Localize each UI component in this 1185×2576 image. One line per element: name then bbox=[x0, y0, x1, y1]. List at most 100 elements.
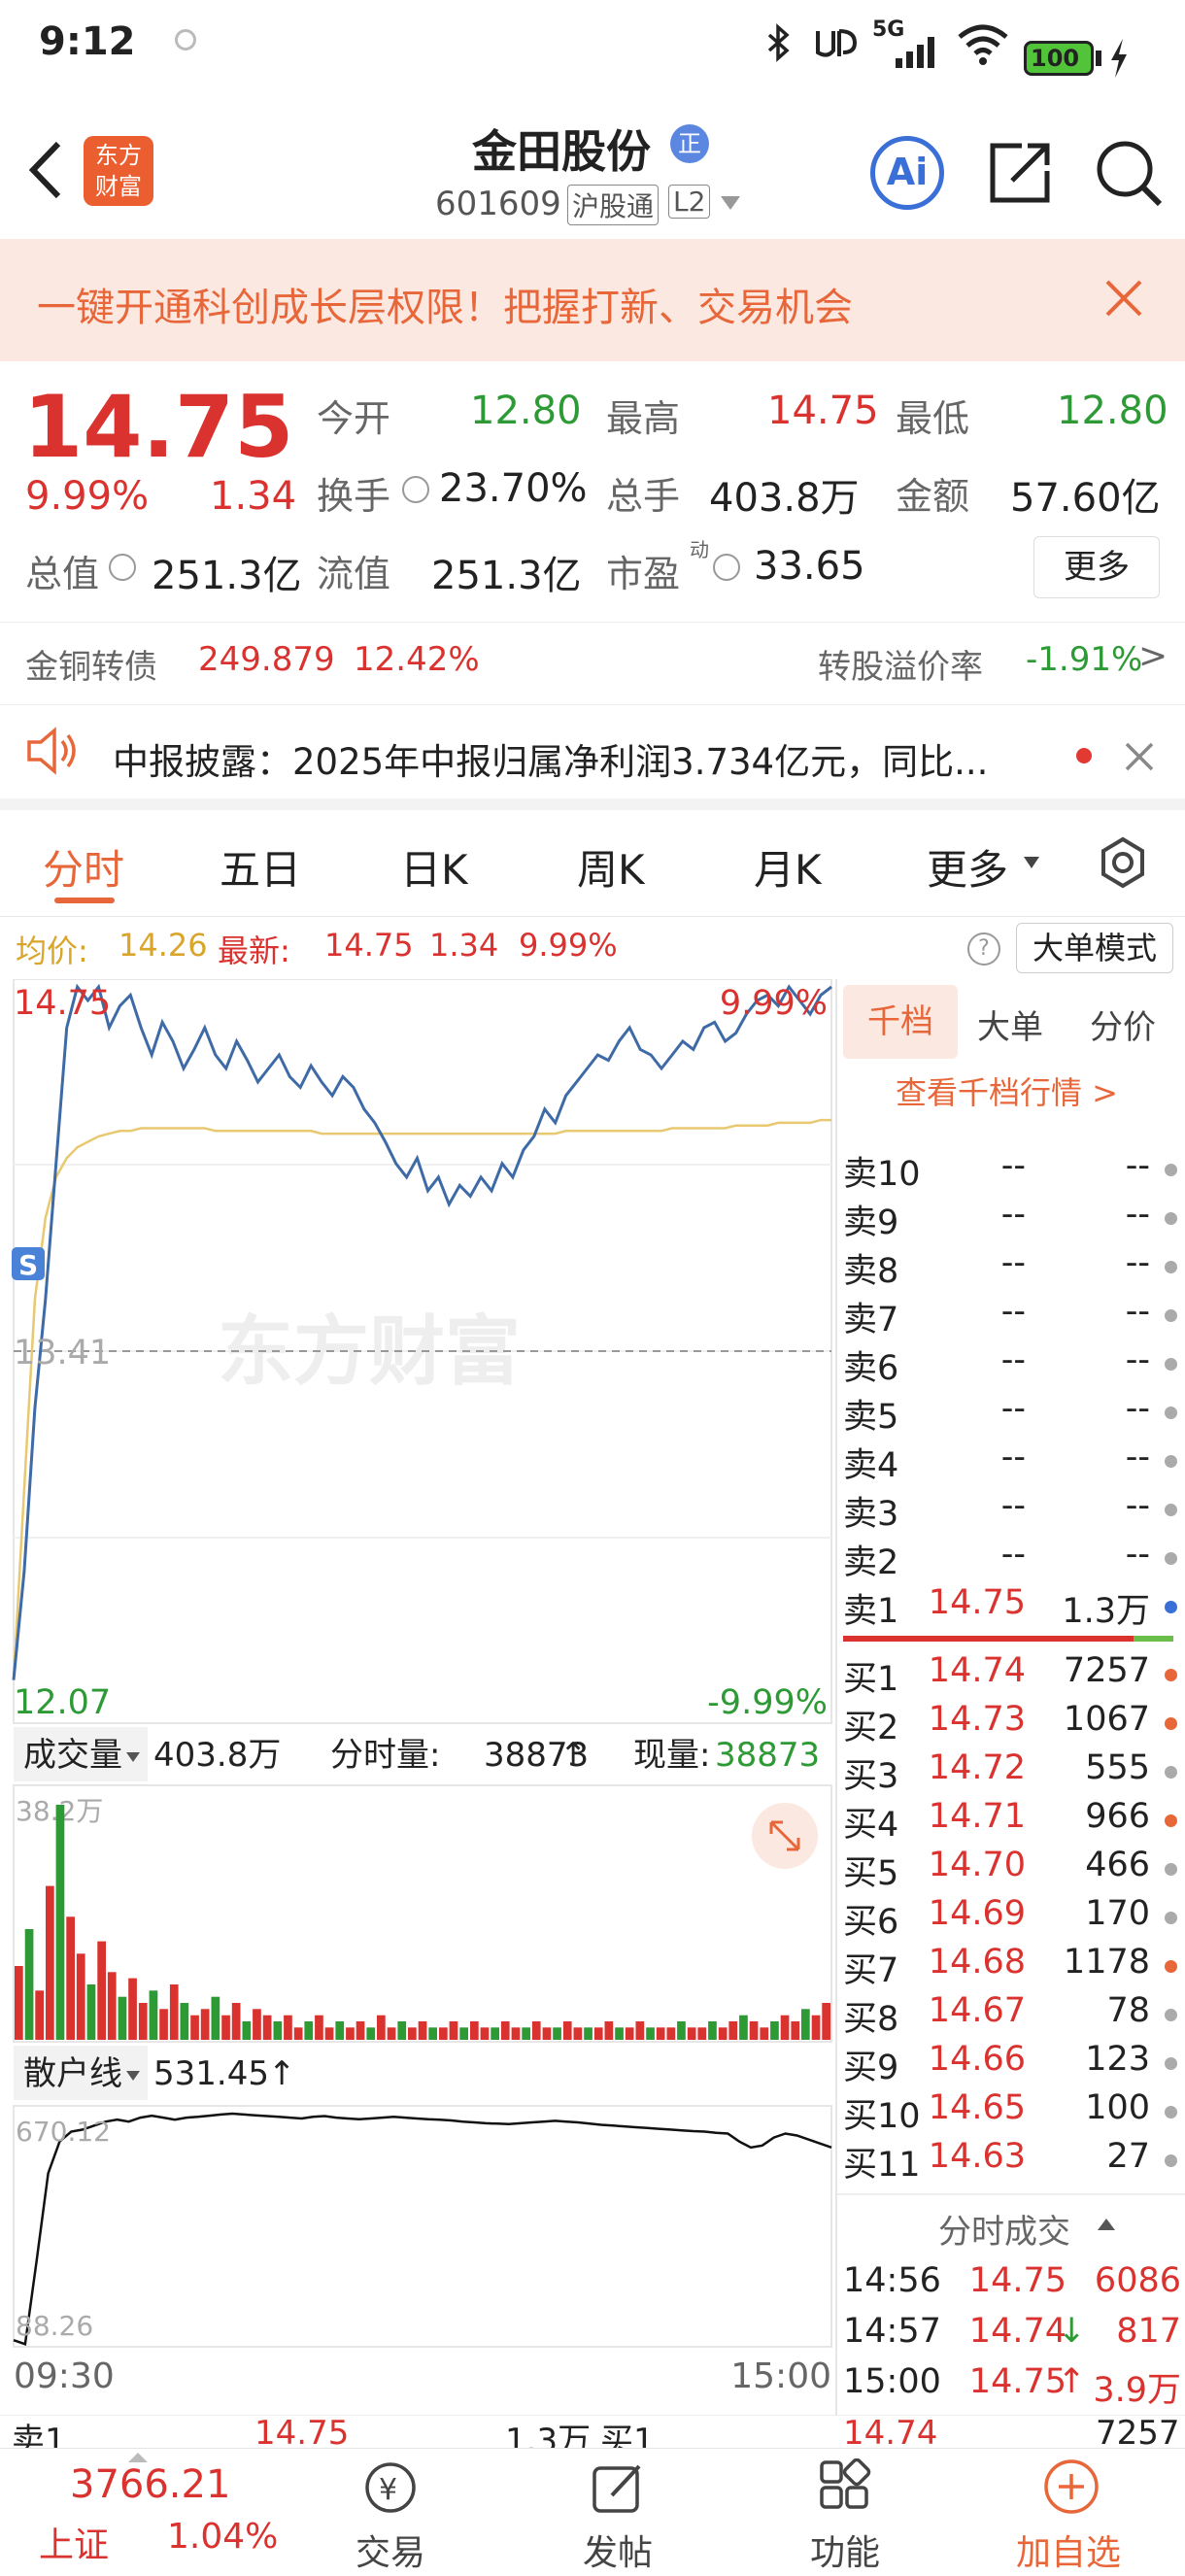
index-name[interactable]: 上证 bbox=[39, 2517, 109, 2567]
tab-5day[interactable]: 五日 bbox=[220, 837, 301, 897]
nav-trade[interactable]: 交易 bbox=[356, 2525, 425, 2575]
order-book: 千档 大单 分价 查看千档行情 > 卖10 -- -- 卖9 -- -- 卖8 -- -- 卖7 -… bbox=[835, 979, 1185, 2415]
function-icon[interactable] bbox=[816, 2457, 874, 2517]
help-icon[interactable]: ? bbox=[967, 932, 1000, 966]
ask-label: 卖10 bbox=[843, 1155, 921, 1194]
bid-row[interactable]: 买8 14.67 78 bbox=[843, 1991, 1183, 2040]
bid-row[interactable]: 买11 14.63 27 bbox=[843, 2137, 1183, 2186]
tab-indicator bbox=[54, 898, 115, 903]
ask-row[interactable]: 卖3 -- -- bbox=[843, 1486, 1183, 1535]
bid-row[interactable]: 买3 14.72 555 bbox=[843, 1748, 1183, 1797]
info-icon[interactable] bbox=[713, 554, 740, 581]
tab-daily[interactable]: 日K bbox=[400, 837, 468, 897]
bid-volume: 466 bbox=[1085, 1846, 1150, 1884]
status-dot bbox=[1165, 1455, 1177, 1468]
ask-row[interactable]: 卖1 14.75 1.3万 bbox=[843, 1583, 1183, 1632]
bid-ask-ratio-bar bbox=[843, 1636, 1173, 1642]
volume-bar bbox=[687, 2027, 696, 2040]
bid-row[interactable]: 买9 14.66 123 bbox=[843, 2040, 1183, 2088]
tick-row: 14:57 14.74 ↓ 817 bbox=[843, 2312, 1183, 2360]
bid-price: 14.70 bbox=[928, 1846, 1026, 1884]
volume-bar bbox=[718, 2027, 728, 2040]
float-value: 251.3亿 bbox=[431, 554, 582, 598]
ask-row[interactable]: 卖9 -- -- bbox=[843, 1195, 1183, 1243]
intraday-charts[interactable]: 东方财富 14.75 13.41 12.07 9.99% -9.99% S 成交… bbox=[0, 979, 835, 2448]
gear-icon[interactable] bbox=[1096, 835, 1150, 890]
volume-bar bbox=[221, 2015, 230, 2040]
volume-bar bbox=[677, 2021, 686, 2040]
volume-bar bbox=[428, 2027, 437, 2040]
close-icon[interactable] bbox=[1123, 740, 1156, 773]
bid-label: 买9 bbox=[843, 2049, 899, 2087]
ask-row[interactable]: 卖4 -- -- bbox=[843, 1438, 1183, 1486]
announcement-bar[interactable]: 中报披露：2025年中报归属净利润3.734亿元，同比... bbox=[0, 705, 1185, 810]
share-icon[interactable] bbox=[983, 136, 1057, 210]
amount-label: 金额 bbox=[896, 475, 970, 518]
status-dot bbox=[1165, 1358, 1177, 1371]
bid-row[interactable]: 买1 14.74 7257 bbox=[843, 1651, 1183, 1700]
ai-button[interactable]: Ai bbox=[870, 136, 944, 210]
tab-monthly[interactable]: 月K bbox=[754, 837, 822, 897]
big-order-mode-button[interactable]: 大单模式 bbox=[1016, 923, 1173, 973]
status-dot bbox=[1165, 1407, 1177, 1419]
retail-header: 散户线 531.45 ↑ bbox=[14, 2046, 296, 2100]
bid-label: 买1 bbox=[843, 1660, 899, 1699]
tab-price-dist[interactable]: 分价 bbox=[1090, 1000, 1156, 1048]
close-icon[interactable] bbox=[1101, 276, 1146, 321]
volume-bar bbox=[656, 2027, 665, 2040]
bid-row[interactable]: 买7 14.68 1178 bbox=[843, 1943, 1183, 1991]
retail-chart-frame bbox=[13, 2105, 832, 2348]
nav-function[interactable]: 功能 bbox=[810, 2525, 880, 2575]
ask-label: 卖2 bbox=[843, 1543, 899, 1582]
volume-bar bbox=[315, 2015, 323, 2040]
volume-value: 403.8万 bbox=[709, 476, 860, 521]
open-label: 今开 bbox=[317, 397, 391, 440]
expand-index-icon[interactable] bbox=[128, 2453, 148, 2462]
add-watchlist-icon[interactable] bbox=[1041, 2457, 1101, 2517]
bid-row[interactable]: 买2 14.73 1067 bbox=[843, 1700, 1183, 1748]
ask-row[interactable]: 卖7 -- -- bbox=[843, 1292, 1183, 1340]
tab-weekly[interactable]: 周K bbox=[577, 837, 645, 897]
bid-row[interactable]: 买6 14.69 170 bbox=[843, 1894, 1183, 1943]
info-icon[interactable] bbox=[109, 554, 136, 581]
nav-add-watchlist[interactable]: 加自选 bbox=[1016, 2525, 1121, 2575]
ask-row[interactable]: 卖10 -- -- bbox=[843, 1146, 1183, 1195]
bid-label: 买5 bbox=[843, 1854, 899, 1893]
info-icon[interactable] bbox=[402, 476, 429, 503]
index-value[interactable]: 3766.21 bbox=[70, 2462, 230, 2507]
tick-price: 14.74 bbox=[968, 2312, 1066, 2351]
stock-code: 601609 bbox=[435, 185, 561, 223]
volume-bar bbox=[449, 2021, 458, 2040]
more-button[interactable]: 更多 bbox=[1033, 536, 1160, 598]
ask-row[interactable]: 卖8 -- -- bbox=[843, 1243, 1183, 1292]
tab-intraday[interactable]: 分时 bbox=[43, 837, 124, 897]
ask-volume: 1.3万 bbox=[1062, 1592, 1150, 1631]
bid-row[interactable]: 买5 14.70 466 bbox=[843, 1846, 1183, 1894]
ask-row[interactable]: 卖2 -- -- bbox=[843, 1535, 1183, 1583]
convertible-bond-row[interactable]: 金铜转债 249.879 12.42% 转股溢价率 -1.91% > bbox=[0, 622, 1185, 705]
back-icon[interactable] bbox=[21, 136, 70, 204]
promo-banner[interactable]: 一键开通科创成长层权限！把握打新、交易机会 bbox=[0, 239, 1185, 361]
tab-big-order[interactable]: 大单 bbox=[977, 1000, 1043, 1048]
volume-bar bbox=[138, 2003, 148, 2040]
turnover-value: 23.70% bbox=[439, 466, 588, 511]
volume-bars bbox=[15, 1805, 830, 2040]
tick-time: 14:57 bbox=[843, 2312, 941, 2351]
ask-price: 14.75 bbox=[928, 1583, 1026, 1622]
bottom-nav: 3766.21 上证 1.04% ¥ 交易 发帖 功能 加自选 bbox=[0, 2448, 1185, 2576]
nav-post[interactable]: 发帖 bbox=[583, 2525, 653, 2575]
view-depth-link[interactable]: 查看千档行情 > bbox=[896, 1068, 1118, 1113]
tab-more[interactable]: 更多 bbox=[927, 837, 1008, 897]
trade-icon[interactable]: ¥ bbox=[361, 2458, 420, 2517]
post-icon[interactable] bbox=[589, 2458, 647, 2517]
ask-row[interactable]: 卖6 -- -- bbox=[843, 1340, 1183, 1389]
tab-thousand[interactable]: 千档 bbox=[843, 985, 958, 1059]
ask-row[interactable]: 卖5 -- -- bbox=[843, 1389, 1183, 1438]
index-pct[interactable]: 1.04% bbox=[167, 2517, 278, 2557]
bid-row[interactable]: 买4 14.71 966 bbox=[843, 1797, 1183, 1846]
collapse-up-icon[interactable] bbox=[1098, 2219, 1115, 2230]
bid-volume: 123 bbox=[1085, 2040, 1150, 2079]
dropdown-icon[interactable] bbox=[721, 196, 740, 210]
bid-row[interactable]: 买10 14.65 100 bbox=[843, 2088, 1183, 2137]
search-icon[interactable] bbox=[1092, 136, 1166, 210]
